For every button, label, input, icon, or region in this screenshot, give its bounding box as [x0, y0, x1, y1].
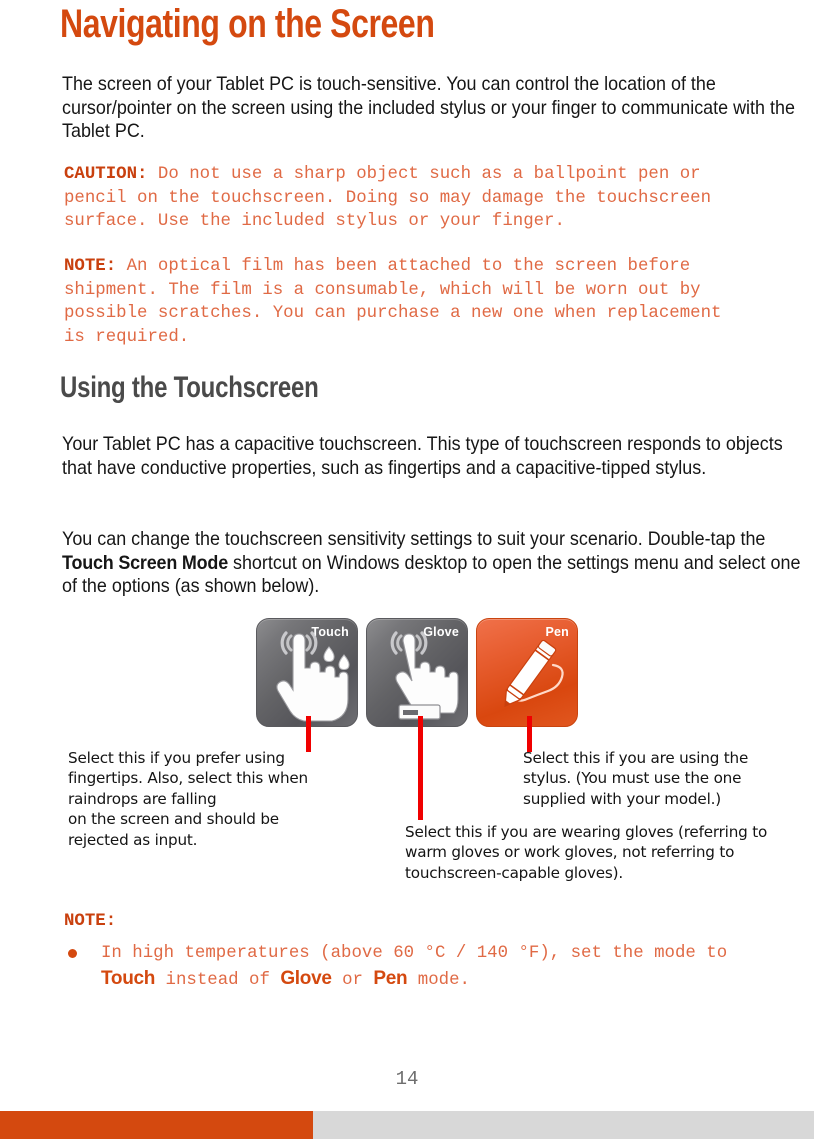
leader-line-pen — [527, 716, 532, 752]
footer-bar-orange-segment — [0, 1111, 313, 1139]
sensitivity-paragraph: You can change the touchscreen sensitivi… — [62, 528, 814, 599]
bullet-text-mid1: instead of — [155, 971, 281, 990]
sensitivity-text-a: You can change the touchscreen sensitivi… — [62, 528, 766, 550]
note-temperature-label: NOTE: — [64, 912, 117, 931]
caution-text: Do not use a sharp object such as a ball… — [64, 165, 712, 232]
page-title: Navigating on the Screen — [60, 2, 435, 46]
note-film-text: An optical film has been attached to the… — [64, 257, 722, 347]
stylus-pen-icon — [504, 639, 564, 707]
hand-touch-with-water-drops-icon — [276, 631, 350, 722]
keyword-pen: Pen — [373, 968, 408, 989]
gloved-hand-touch-icon — [390, 631, 459, 720]
bullet-text-tail: mode. — [407, 971, 470, 990]
footer-bar — [0, 1111, 814, 1139]
note-film-block: NOTE: An optical film has been attached … — [64, 255, 814, 349]
keyword-touch: Touch — [101, 968, 156, 989]
section-heading: Using the Touchscreen — [60, 371, 319, 404]
page-number: 14 — [395, 1068, 419, 1090]
document-page: Navigating on the Screen The screen of y… — [0, 0, 814, 1139]
caution-block: CAUTION: Do not use a sharp object such … — [64, 163, 814, 234]
intro-paragraph: The screen of your Tablet PC is touch-se… — [62, 73, 795, 142]
footer-bar-gray-segment — [313, 1111, 814, 1139]
note-film-label: NOTE: — [64, 257, 117, 276]
caution-label: CAUTION: — [64, 165, 148, 184]
touch-mode-button[interactable]: Touch — [256, 618, 358, 727]
keyword-glove: Glove — [280, 968, 332, 989]
caption-touch: Select this if you prefer using fingerti… — [68, 749, 308, 849]
bullet-text-mid2: or — [331, 971, 374, 990]
leader-line-glove — [418, 716, 423, 820]
caption-pen: Select this if you are using the stylus.… — [523, 749, 749, 808]
bullet-text-part1: In high temperatures (above 60 °C / 140 … — [101, 944, 728, 963]
touch-screen-mode-shortcut-name: Touch Screen Mode — [62, 551, 229, 574]
capacitive-paragraph: Your Tablet PC has a capacitive touchscr… — [62, 433, 783, 479]
note-temperature-bullet: In high temperatures (above 60 °C / 140 … — [101, 941, 814, 993]
leader-line-touch — [306, 716, 311, 752]
caption-glove: Select this if you are wearing gloves (r… — [405, 823, 768, 882]
glove-mode-button[interactable]: Glove — [366, 618, 468, 727]
pen-mode-button[interactable]: Pen — [476, 618, 578, 727]
bullet-point-icon — [68, 949, 77, 958]
